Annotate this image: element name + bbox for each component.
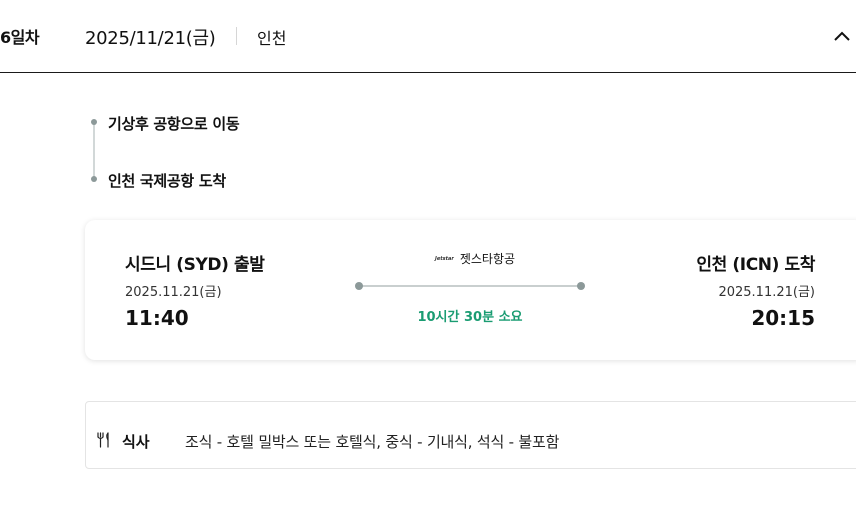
chevron-up-icon bbox=[834, 31, 850, 41]
meal-label: 식사 bbox=[122, 433, 150, 451]
airline-name: 젯스타항공 bbox=[459, 252, 516, 266]
flight-card: 시드니 (SYD) 출발 2025.11.21(금) 11:40 Jetstar… bbox=[85, 220, 856, 360]
airline: Jetstar 젯스타항공 bbox=[425, 250, 525, 267]
arrival-time: 20:15 bbox=[751, 306, 815, 330]
day-date: 2025/11/21(금) bbox=[85, 28, 216, 49]
timeline-line bbox=[93, 124, 95, 178]
timeline-dot bbox=[91, 119, 97, 125]
timeline-dot bbox=[91, 176, 97, 182]
departure-time: 11:40 bbox=[125, 306, 189, 330]
arrival-date: 2025.11.21(금) bbox=[718, 285, 815, 300]
route-start-dot bbox=[355, 282, 363, 290]
arrival-title: 인천 (ICN) 도착 bbox=[696, 255, 815, 275]
departure-date: 2025.11.21(금) bbox=[125, 285, 222, 300]
departure-title: 시드니 (SYD) 출발 bbox=[125, 255, 265, 275]
collapse-button[interactable] bbox=[828, 22, 856, 50]
meal-info: 식사 조식 - 호텔 밀박스 또는 호텔식, 중식 - 기내식, 석식 - 불포… bbox=[85, 401, 856, 469]
header-divider bbox=[236, 27, 237, 45]
day-header: 6일차 2025/11/21(금) 인천 bbox=[0, 0, 856, 73]
day-city: 인천 bbox=[257, 29, 287, 48]
meal-value: 조식 - 호텔 밀박스 또는 호텔식, 중식 - 기내식, 석식 - 불포함 bbox=[185, 433, 560, 451]
airline-logo: Jetstar bbox=[434, 255, 454, 262]
route-end-dot bbox=[577, 282, 585, 290]
route-line bbox=[359, 285, 581, 287]
fork-knife-icon bbox=[97, 432, 109, 448]
flight-duration: 10시간 30분 소요 bbox=[417, 310, 523, 325]
timeline-item: 인천 국제공항 도착 bbox=[108, 172, 226, 190]
day-label: 6일차 bbox=[0, 28, 40, 47]
timeline-item: 기상후 공항으로 이동 bbox=[108, 115, 240, 133]
